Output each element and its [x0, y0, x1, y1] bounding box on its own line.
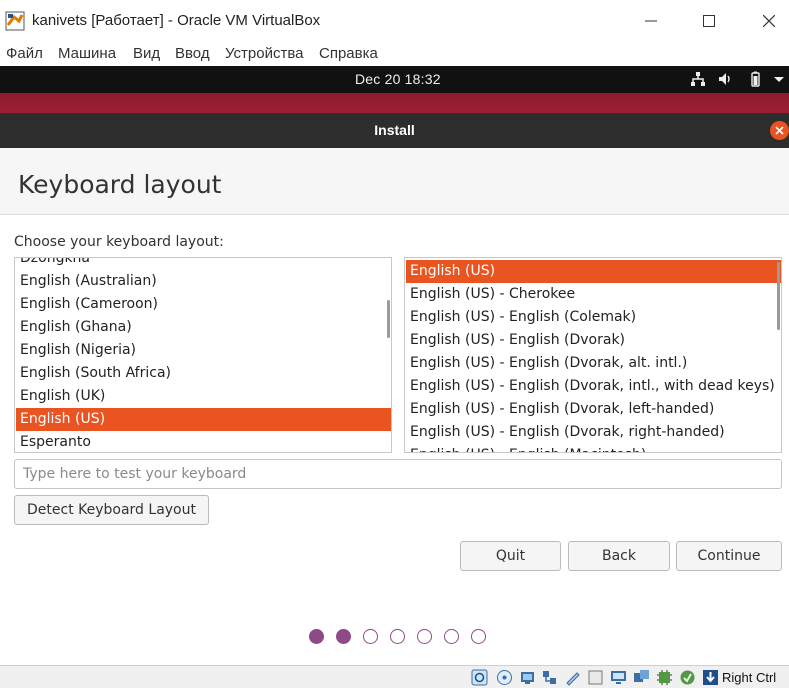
list-item[interactable]: English (US) - English (Dvorak, alt. int…	[406, 352, 774, 375]
host-titlebar: kanivets [Работает] - Oracle VM VirtualB…	[0, 0, 789, 42]
virtualbox-app-icon	[5, 11, 25, 31]
list-item[interactable]: English (US) - English (Dvorak)	[406, 329, 774, 352]
keyboard-layout-list[interactable]: Dzongkha English (Australian) English (C…	[14, 257, 392, 453]
layout-list-scrollbar[interactable]	[387, 300, 390, 338]
minimize-button[interactable]	[637, 8, 665, 34]
page-title: Keyboard layout	[18, 170, 222, 199]
list-item[interactable]: English (Australian)	[16, 270, 378, 293]
close-icon	[763, 15, 775, 27]
progress-dot-completed	[309, 629, 324, 644]
display-icon[interactable]	[587, 669, 604, 686]
list-item[interactable]: English (South Africa)	[16, 362, 378, 385]
mouse-integration-icon[interactable]	[679, 669, 696, 686]
progress-dot	[363, 629, 378, 644]
installer-window: Install Keyboard layout Choose your keyb…	[0, 113, 789, 665]
list-item-selected[interactable]: English (US)	[16, 408, 391, 431]
list-item[interactable]: English (US) - English (Dvorak, intl., w…	[406, 375, 775, 398]
battery-icon[interactable]	[746, 70, 764, 88]
progress-dot	[471, 629, 486, 644]
close-icon	[775, 126, 784, 135]
page-header: Keyboard layout	[0, 148, 789, 215]
host-key-arrow-icon[interactable]	[702, 669, 719, 686]
recording-icon[interactable]	[633, 669, 650, 686]
host-window-title: kanivets [Работает] - Oracle VM VirtualB…	[32, 12, 321, 29]
detect-keyboard-layout-button[interactable]: Detect Keyboard Layout	[14, 495, 209, 525]
cpu-icon[interactable]	[656, 669, 673, 686]
list-item[interactable]: English (US) - English (Dvorak, right-ha…	[406, 421, 774, 444]
variant-list-scrollbar[interactable]	[777, 262, 780, 330]
list-item[interactable]: Esperanto	[16, 431, 378, 452]
menu-view[interactable]: Вид	[133, 45, 160, 62]
installer-close-button[interactable]	[770, 121, 789, 140]
network-icon[interactable]	[689, 70, 707, 88]
list-item[interactable]: English (Nigeria)	[16, 339, 378, 362]
list-item[interactable]: English (Ghana)	[16, 316, 378, 339]
close-window-button[interactable]	[755, 8, 783, 34]
progress-dot	[390, 629, 405, 644]
maximize-icon	[703, 15, 715, 27]
installer-window-title: Install	[374, 122, 415, 138]
progress-indicator	[309, 629, 489, 645]
list-item[interactable]: English (US) - Cherokee	[406, 283, 774, 306]
list-item[interactable]: English (UK)	[16, 385, 378, 408]
menu-input[interactable]: Ввод	[175, 45, 210, 62]
menu-file[interactable]: Файл	[6, 45, 43, 62]
progress-dot	[444, 629, 459, 644]
choose-layout-label: Choose your keyboard layout:	[14, 234, 224, 250]
quit-button[interactable]: Quit	[460, 541, 561, 571]
host-statusbar: Right Ctrl	[0, 665, 789, 688]
optical-drive-icon[interactable]	[471, 669, 488, 686]
keyboard-variant-list[interactable]: English (US) English (US) - Cherokee Eng…	[404, 257, 782, 453]
clock[interactable]: Dec 20 18:32	[355, 71, 441, 87]
menu-machine[interactable]: Машина	[58, 45, 116, 62]
guest-topbar: Dec 20 18:32	[0, 66, 789, 93]
list-item-selected[interactable]: English (US)	[406, 260, 781, 283]
installer-header: Install	[0, 113, 789, 148]
list-item[interactable]: English (US) - English (Macintosh)	[406, 444, 774, 452]
host-key-label: Right Ctrl	[722, 670, 777, 685]
list-item[interactable]: English (Cameroon)	[16, 293, 378, 316]
list-item[interactable]: Dzongkha	[16, 258, 378, 270]
shared-folder-icon[interactable]	[564, 669, 581, 686]
maximize-button[interactable]	[695, 8, 723, 34]
list-item[interactable]: English (US) - English (Colemak)	[406, 306, 774, 329]
minimize-icon	[645, 20, 657, 22]
chevron-down-icon[interactable]	[770, 70, 788, 88]
desktop-wallpaper	[0, 93, 789, 113]
progress-dot-completed	[336, 629, 351, 644]
network-adapter-icon[interactable]	[519, 669, 536, 686]
continue-button[interactable]: Continue	[676, 541, 782, 571]
menu-devices[interactable]: Устройства	[225, 45, 303, 62]
list-item[interactable]: English (US) - English (Dvorak, left-han…	[406, 398, 774, 421]
progress-dot	[417, 629, 432, 644]
host-menubar: Файл Машина Вид Ввод Устройства Справка	[0, 42, 789, 66]
screen-icon[interactable]	[610, 669, 627, 686]
menu-help[interactable]: Справка	[319, 45, 378, 62]
volume-icon[interactable]	[717, 70, 735, 88]
back-button[interactable]: Back	[568, 541, 670, 571]
usb-icon[interactable]	[541, 669, 558, 686]
audio-icon[interactable]	[496, 669, 513, 686]
keyboard-test-input[interactable]	[14, 459, 782, 489]
